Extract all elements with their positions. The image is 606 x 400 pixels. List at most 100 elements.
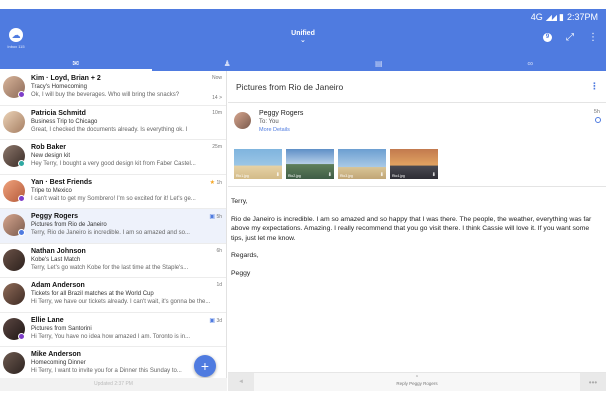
compose-button[interactable]: + bbox=[194, 355, 216, 377]
timestamp: 10m bbox=[212, 109, 222, 116]
clock-label: 2:37PM bbox=[566, 12, 598, 22]
subject-line: Tracy's Homecoming bbox=[31, 84, 87, 90]
subject-line: Kobe's Last Match bbox=[31, 256, 81, 263]
timestamp: ▣ 3d bbox=[209, 317, 222, 324]
sender-name: Peggy Rogers bbox=[31, 213, 79, 220]
bottom-strip bbox=[0, 391, 606, 400]
body-paragraph: Regards, bbox=[231, 252, 259, 259]
sender-name: Patricia Schmitd bbox=[31, 109, 86, 117]
list-item[interactable]: Adam Anderson Tickets for all Brazil mat… bbox=[0, 278, 226, 313]
tab-contacts[interactable]: ♟ bbox=[152, 55, 304, 71]
attachment-name: Rio3.jpg bbox=[340, 174, 353, 178]
message-detail: Pictures from Rio de Janeiro ⋮ Peggy Rog… bbox=[228, 71, 606, 392]
download-icon[interactable]: ⬇ bbox=[432, 172, 436, 178]
overflow-menu-icon[interactable]: ⋮ bbox=[588, 32, 598, 43]
attachment-name: Rio1.jpg bbox=[236, 174, 249, 178]
more-icon: ∞ bbox=[527, 58, 534, 68]
list-item[interactable]: Yan · Best Friends Tripe to Mexico I can… bbox=[0, 175, 226, 209]
preview-text: I can't wait to get my Sombrero! I'm so … bbox=[31, 195, 196, 202]
list-item[interactable]: Ellie Lane Pictures from Santorini Hi Te… bbox=[0, 313, 226, 347]
quick-reply-button[interactable]: ⌃ Reply Peggy Rogers bbox=[396, 376, 438, 387]
chevron-down-icon: ⌄ bbox=[300, 37, 306, 44]
sender-name: Ellie Lane bbox=[31, 316, 64, 324]
list-item[interactable]: Peggy Rogers Pictures from Rio de Janeir… bbox=[0, 209, 226, 244]
reply-label: Reply Peggy Rogers bbox=[396, 381, 438, 386]
list-item[interactable]: Mike Anderson Homecoming Dinner Hi Terry… bbox=[0, 347, 226, 382]
body-paragraph: Rio de Janeiro is incredible. I am so am… bbox=[231, 215, 592, 242]
avatar bbox=[234, 112, 251, 129]
subject-line: Pictures from Santorini bbox=[31, 325, 92, 332]
contacts-icon: ♟ bbox=[223, 58, 231, 68]
preview-text: Hey Terry, I bought a very good design k… bbox=[31, 161, 196, 167]
timestamp: 25m bbox=[212, 144, 222, 150]
more-actions-button[interactable]: ••• bbox=[580, 373, 606, 392]
timestamp: 5h bbox=[593, 109, 600, 115]
body-paragraph: Terry, bbox=[231, 198, 248, 205]
account-indicator bbox=[18, 332, 25, 340]
avatar bbox=[3, 248, 25, 271]
cloud-icon: ☁ bbox=[9, 28, 23, 42]
account-indicator bbox=[18, 229, 25, 236]
message-subject: Pictures from Rio de Janeiro bbox=[236, 81, 344, 92]
avatar bbox=[3, 110, 25, 133]
account-switcher[interactable]: ☁ Inbox 115 bbox=[4, 28, 28, 52]
subject-line: Business Trip to Chicago bbox=[31, 118, 98, 125]
unread-indicator-icon[interactable] bbox=[595, 117, 601, 123]
status-bar: 4G ◢◢ ▮ 2:37PM bbox=[0, 9, 606, 25]
tab-bar: ✉ ♟ ▤ ∞ bbox=[0, 55, 606, 71]
preview-text: Terry, Rio de Janeiro is incredible. I a… bbox=[31, 230, 190, 236]
attachment-name: Rio2.jpg bbox=[288, 174, 301, 178]
subject-line: Pictures from Rio de Janeiro bbox=[31, 222, 107, 228]
attachment-thumbnail[interactable]: Rio2.jpg ⬇ bbox=[286, 149, 334, 179]
tab-mail[interactable]: ✉ bbox=[0, 55, 152, 71]
divider bbox=[228, 186, 606, 187]
attachment-thumbnail[interactable]: Rio3.jpg ⬇ bbox=[338, 149, 386, 179]
mail-icon: ✉ bbox=[72, 58, 80, 68]
conversation-list[interactable]: Kim · Loyd, Brian + 2 Tracy's Homecoming… bbox=[0, 71, 227, 391]
preview-text: Hi Terry, we have our tickets already. I… bbox=[31, 299, 211, 305]
sync-status: Updated 2:37 PM bbox=[0, 378, 227, 391]
account-indicator bbox=[18, 160, 25, 167]
tab-more[interactable]: ∞ bbox=[455, 55, 606, 71]
timestamp: 1d bbox=[216, 282, 222, 288]
tab-tasks[interactable]: ▤ bbox=[303, 55, 455, 71]
attachment-thumbnail[interactable]: Rio4.jpg ⬇ bbox=[390, 149, 438, 179]
reply-bar: ◄ ⌃ Reply Peggy Rogers ••• bbox=[228, 372, 606, 392]
download-icon[interactable]: ⬇ bbox=[380, 172, 384, 178]
sender-name: Rob Baker bbox=[31, 144, 67, 151]
subject-header: Pictures from Rio de Janeiro ⋮ bbox=[228, 71, 606, 103]
download-icon[interactable]: ⬇ bbox=[328, 172, 332, 178]
list-item[interactable]: Kim · Loyd, Brian + 2 Tracy's Homecoming… bbox=[0, 71, 226, 106]
app-bar: ☁ Inbox 115 Unified ⌄ 9 ⤢ ⋮ bbox=[0, 25, 606, 55]
folder-title: Unified bbox=[291, 30, 315, 37]
list-item[interactable]: Nathan Johnson Kobe's Last Match Terry, … bbox=[0, 244, 226, 278]
timestamp: ★ 1h bbox=[209, 179, 222, 186]
preview-text: Hi Terry, You have no idea how amazed I … bbox=[31, 333, 191, 340]
network-label: 4G bbox=[530, 12, 543, 22]
subject-line: Tripe to Mexico bbox=[31, 187, 72, 194]
sender-header[interactable]: Peggy Rogers To: You More Details 5h bbox=[228, 103, 606, 145]
attachment-icon: ▣ bbox=[209, 214, 216, 220]
previous-message-button[interactable]: ◄ bbox=[228, 373, 254, 392]
folder-selector[interactable]: Unified ⌄ bbox=[291, 30, 315, 44]
message-body: Terry, Rio de Janeiro is incredible. I a… bbox=[231, 197, 603, 286]
account-indicator bbox=[18, 194, 25, 202]
inbox-count-label: Inbox 115 bbox=[7, 44, 25, 49]
message-menu-icon[interactable]: ⋮ bbox=[590, 81, 599, 92]
download-icon[interactable]: ⬇ bbox=[276, 172, 280, 178]
star-icon[interactable]: ★ bbox=[210, 180, 215, 186]
recipient-label: To: You bbox=[259, 119, 279, 125]
sender-name: Adam Anderson bbox=[31, 282, 85, 289]
attachment-strip: Rio1.jpg ⬇ Rio2.jpg ⬇ Rio3.jpg ⬇ Rio4.jp… bbox=[234, 149, 438, 179]
expand-icon[interactable]: ⤢ bbox=[566, 32, 574, 43]
list-item[interactable]: Patricia Schmitd Business Trip to Chicag… bbox=[0, 106, 226, 140]
badge-icon[interactable]: 9 bbox=[543, 33, 552, 42]
more-details-link[interactable]: More Details bbox=[259, 126, 606, 135]
signal-icon: ◢◢ bbox=[545, 12, 557, 22]
attachment-name: Rio4.jpg bbox=[392, 174, 405, 178]
tasks-icon: ▤ bbox=[374, 58, 383, 68]
attachment-thumbnail[interactable]: Rio1.jpg ⬇ bbox=[234, 149, 282, 179]
sender-name: Mike Anderson bbox=[31, 351, 81, 358]
preview-text: Terry, Let's go watch Kobe for the last … bbox=[31, 264, 189, 271]
list-item[interactable]: Rob Baker New design kit Hey Terry, I bo… bbox=[0, 140, 226, 175]
